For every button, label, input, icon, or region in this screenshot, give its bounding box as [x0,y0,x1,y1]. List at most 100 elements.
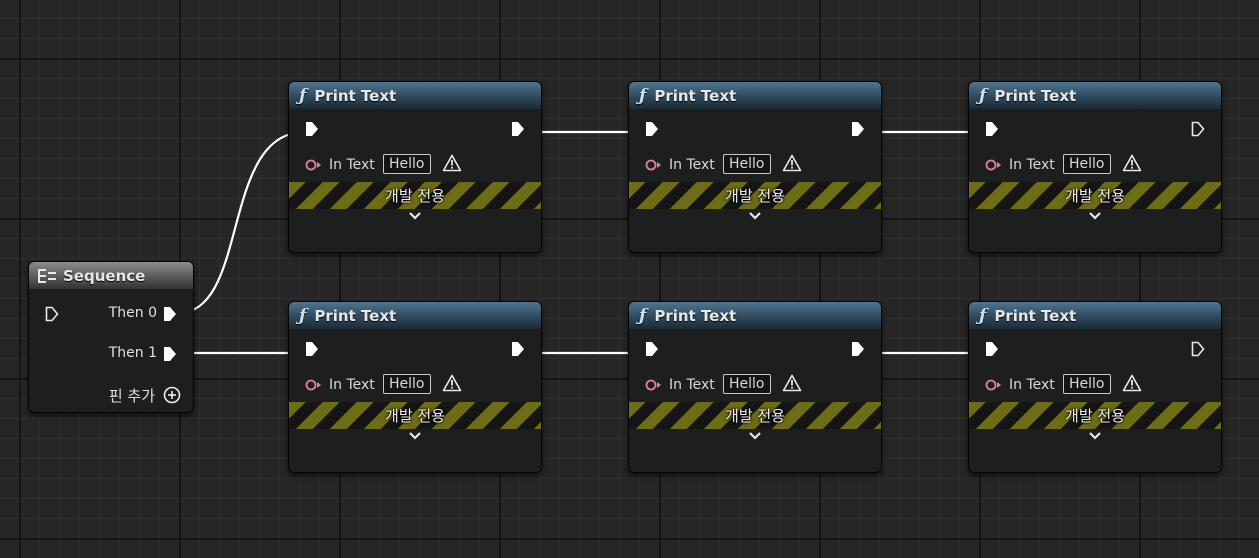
node-header[interactable]: ƒ Print Text [969,82,1221,109]
exec-out-pin[interactable] [851,341,865,357]
in-text-row: In Text Hello [629,149,881,181]
sequence-node[interactable]: Sequence Then 0 Then 1 핀 추가 [28,261,194,413]
expand-toggle[interactable] [289,209,541,227]
warning-icon [1122,374,1142,392]
development-only-band: 개발 전용 [289,182,541,209]
in-text-input[interactable]: Hello [1063,374,1111,394]
exec-row [629,329,881,369]
chevron-down-icon[interactable] [1088,211,1102,221]
exec-in-pin[interactable] [45,306,59,322]
node-title: Print Text [314,306,397,325]
node-title: Print Text [994,306,1077,325]
sequence-row-then0: Then 0 [29,289,193,329]
development-only-band: 개발 전용 [969,402,1221,429]
text-pin-icon[interactable] [984,159,1002,171]
exec-row [289,109,541,149]
development-only-band: 개발 전용 [969,182,1221,209]
in-text-input[interactable]: Hello [723,154,771,174]
in-text-input[interactable]: Hello [383,154,431,174]
chevron-down-icon[interactable] [1088,431,1102,441]
then0-pin[interactable] [163,306,177,322]
sequence-title: Sequence [63,266,146,285]
in-text-input[interactable]: Hello [1063,154,1111,174]
exec-in-pin[interactable] [305,341,319,357]
chevron-down-icon[interactable] [408,431,422,441]
sequence-header[interactable]: Sequence [29,262,193,289]
then0-label: Then 0 [108,305,157,321]
expand-toggle[interactable] [969,209,1221,227]
development-only-label: 개발 전용 [725,407,785,425]
exec-out-pin[interactable] [851,121,865,137]
in-text-row: In Text Hello [289,369,541,401]
node-title: Print Text [994,86,1077,105]
add-pin-label[interactable]: 핀 추가 [109,385,155,406]
chevron-down-icon[interactable] [748,431,762,441]
add-pin-icon[interactable] [163,386,181,404]
text-pin-icon[interactable] [304,379,322,391]
exec-in-pin[interactable] [985,121,999,137]
chevron-down-icon[interactable] [748,211,762,221]
in-text-row: In Text Hello [969,149,1221,181]
exec-in-pin[interactable] [645,121,659,137]
function-icon: ƒ [639,305,647,326]
exec-row [289,329,541,369]
development-only-band: 개발 전용 [629,182,881,209]
wire-then0[interactable] [177,130,306,315]
in-text-row: In Text Hello [629,369,881,401]
exec-row [969,329,1221,369]
in-text-label: In Text [669,377,715,393]
exec-out-pin[interactable] [511,121,525,137]
development-only-band: 개발 전용 [629,402,881,429]
text-pin-icon[interactable] [304,159,322,171]
print-text-node-3[interactable]: ƒ Print Text In Text Hello 개발 전용 [968,81,1222,253]
exec-out-pin-unconnected[interactable] [1191,341,1205,357]
add-pin-row[interactable]: 핀 추가 [29,369,193,409]
function-icon: ƒ [299,305,307,326]
exec-out-pin-unconnected[interactable] [1191,121,1205,137]
in-text-input[interactable]: Hello [723,374,771,394]
function-icon: ƒ [979,305,987,326]
node-header[interactable]: ƒ Print Text [969,302,1221,329]
expand-toggle[interactable] [289,429,541,447]
in-text-row: In Text Hello [289,149,541,181]
in-text-row: In Text Hello [969,369,1221,401]
in-text-label: In Text [1009,157,1055,173]
warning-icon [442,374,462,392]
in-text-label: In Text [1009,377,1055,393]
then1-label: Then 1 [108,345,157,361]
node-header[interactable]: ƒ Print Text [289,302,541,329]
chevron-down-icon[interactable] [408,211,422,221]
exec-in-pin[interactable] [305,121,319,137]
expand-toggle[interactable] [629,429,881,447]
print-text-node-4[interactable]: ƒ Print Text In Text Hello 개발 전용 [288,301,542,473]
exec-in-pin[interactable] [985,341,999,357]
expand-toggle[interactable] [969,429,1221,447]
text-pin-icon[interactable] [644,379,662,391]
then1-pin[interactable] [163,346,177,362]
print-text-node-6[interactable]: ƒ Print Text In Text Hello 개발 전용 [968,301,1222,473]
function-icon: ƒ [299,85,307,106]
print-text-node-2[interactable]: ƒ Print Text In Text Hello 개발 전용 [628,81,882,253]
node-header[interactable]: ƒ Print Text [289,82,541,109]
node-header[interactable]: ƒ Print Text [629,82,881,109]
print-text-node-5[interactable]: ƒ Print Text In Text Hello 개발 전용 [628,301,882,473]
exec-row [969,109,1221,149]
development-only-band: 개발 전용 [289,402,541,429]
development-only-label: 개발 전용 [385,407,445,425]
text-pin-icon[interactable] [984,379,1002,391]
node-header[interactable]: ƒ Print Text [629,302,881,329]
exec-row [629,109,881,149]
exec-out-pin[interactable] [511,341,525,357]
in-text-input[interactable]: Hello [383,374,431,394]
development-only-label: 개발 전용 [1065,407,1125,425]
text-pin-icon[interactable] [644,159,662,171]
exec-in-pin[interactable] [645,341,659,357]
warning-icon [1122,154,1142,172]
sequence-icon [38,268,56,283]
warning-icon [782,374,802,392]
expand-toggle[interactable] [629,209,881,227]
node-title: Print Text [314,86,397,105]
print-text-node-1[interactable]: ƒ Print Text In Text Hello 개발 전용 [288,81,542,253]
function-icon: ƒ [979,85,987,106]
function-icon: ƒ [639,85,647,106]
